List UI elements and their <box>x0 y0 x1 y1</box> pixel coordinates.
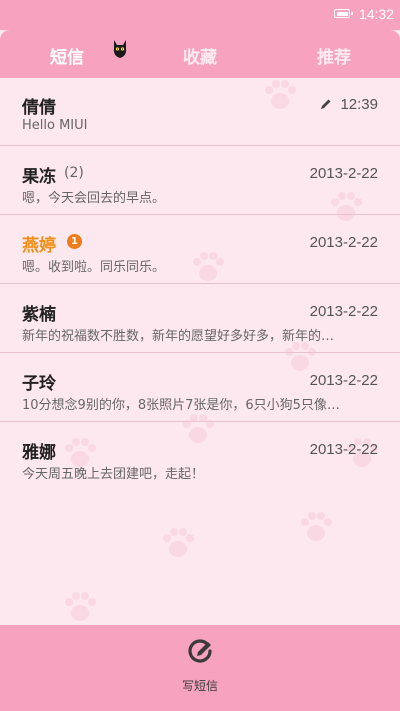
bottom-bar: 写短信 <box>0 625 400 711</box>
contact-name: 倩倩 <box>22 98 56 118</box>
message-preview: 10分想念9别的你，8张照片7张是你，6只小狗5只像… <box>22 398 340 413</box>
contact-name: 紫楠 <box>22 305 56 325</box>
row-divider <box>0 145 400 146</box>
status-time: 14:32 <box>358 6 394 22</box>
tab-messages[interactable]: 短信 <box>50 43 84 68</box>
message-time: 2013-2-22 <box>309 372 378 389</box>
contact-name: 燕婷 <box>22 236 56 256</box>
conversation-row[interactable]: 紫楠 2013-2-22 新年的祝福数不胜数，新年的愿望好多好多，新年的… <box>0 285 400 353</box>
message-preview: 嗯。收到啦。同乐同乐。 <box>22 260 166 275</box>
message-time: 2013-2-22 <box>309 303 378 320</box>
contact-name: 果冻 <box>22 167 56 187</box>
message-preview: Hello MIUI <box>22 118 88 133</box>
message-preview: 嗯，今天会回去的早点。 <box>22 191 166 206</box>
black-cat-icon <box>113 40 127 58</box>
compose-label: 写短信 <box>181 679 218 693</box>
tab-favorites[interactable]: 收藏 <box>183 43 217 68</box>
battery-icon <box>334 9 353 18</box>
conversation-row[interactable]: 雅娜 2013-2-22 今天周五晚上去团建吧，走起！ <box>0 423 400 491</box>
message-time: 12:39 <box>340 96 378 113</box>
status-bar: 14:32 <box>0 0 400 30</box>
paw-print-icon <box>65 592 96 621</box>
unread-badge: 1 <box>67 234 82 249</box>
paw-print-icon <box>163 528 194 557</box>
message-count: (2) <box>64 165 84 181</box>
row-divider <box>0 283 400 284</box>
row-divider <box>0 421 400 422</box>
conversation-row[interactable]: 倩倩 12:39 Hello MIUI <box>0 78 400 146</box>
message-time: 2013-2-22 <box>309 441 378 458</box>
paw-print-icon <box>301 512 332 541</box>
conversation-row[interactable]: 果冻 (2) 2013-2-22 嗯，今天会回去的早点。 <box>0 147 400 215</box>
message-time: 2013-2-22 <box>309 234 378 251</box>
contact-name: 雅娜 <box>22 443 56 463</box>
compose-button[interactable]: 写短信 <box>160 633 240 703</box>
message-preview: 今天周五晚上去团建吧，走起！ <box>22 467 205 482</box>
contact-name: 子玲 <box>22 374 56 394</box>
tab-recommend[interactable]: 推荐 <box>317 43 351 68</box>
message-time: 2013-2-22 <box>309 165 378 182</box>
conversation-row[interactable]: 燕婷 1 2013-2-22 嗯。收到啦。同乐同乐。 <box>0 216 400 284</box>
pencil-icon <box>321 99 331 109</box>
message-preview: 新年的祝福数不胜数，新年的愿望好多好多，新年的… <box>22 329 335 344</box>
conversation-list[interactable]: 倩倩 12:39 Hello MIUI 果冻 (2) 2013-2-22 嗯，今… <box>0 78 400 625</box>
row-divider <box>0 214 400 215</box>
conversation-row[interactable]: 子玲 2013-2-22 10分想念9别的你，8张照片7张是你，6只小狗5只像… <box>0 354 400 422</box>
compose-icon <box>188 639 212 663</box>
row-divider <box>0 352 400 353</box>
tab-bar: 短信 收藏 推荐 <box>0 30 400 78</box>
